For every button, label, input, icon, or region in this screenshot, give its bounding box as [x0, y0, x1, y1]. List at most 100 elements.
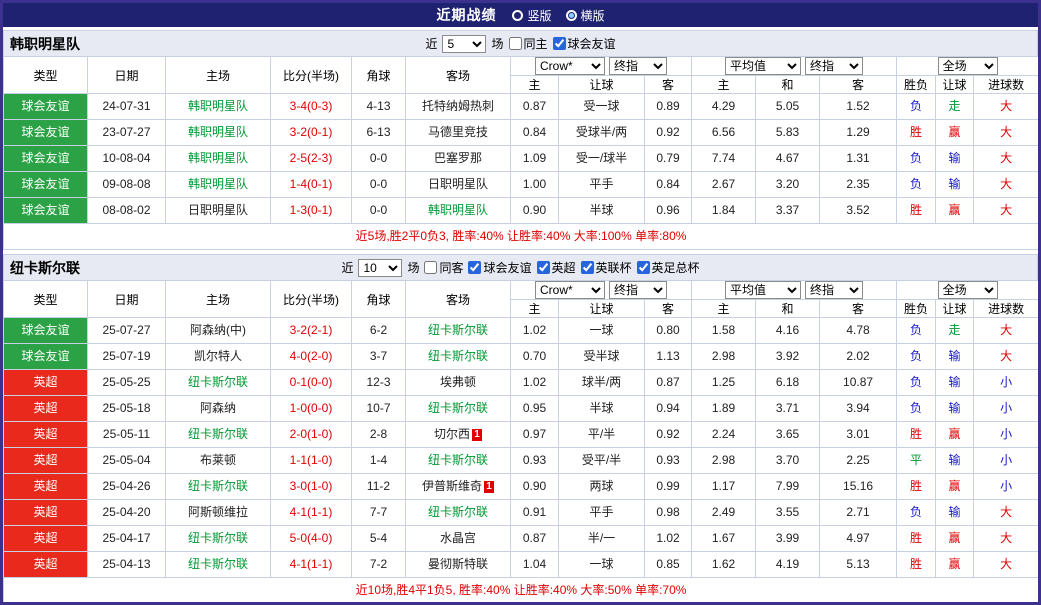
home-team-link[interactable]: 韩职明星队	[188, 99, 248, 113]
score-cell[interactable]: 3-2(0-1)	[271, 120, 352, 146]
score-cell[interactable]: 3-0(1-0)	[271, 474, 352, 500]
average-select[interactable]: 平均值	[725, 57, 801, 75]
league-input[interactable]	[537, 261, 550, 274]
away-team-link[interactable]: 纽卡斯尔联	[428, 349, 488, 363]
score-cell[interactable]: 1-4(0-1)	[271, 172, 352, 198]
league-checkbox[interactable]: 英超	[537, 259, 576, 276]
layout-option-vertical[interactable]: 竖版	[512, 7, 551, 24]
corner-cell: 5-4	[352, 526, 406, 552]
home-team-link[interactable]: 纽卡斯尔联	[188, 479, 248, 493]
home-team-link[interactable]: 韩职明星队	[188, 125, 248, 139]
summary-row: 近10场,胜4平1负5, 胜率:40% 让胜率:40% 大率:50% 单率:70…	[4, 578, 1039, 604]
odds-handicap: 平手	[559, 500, 645, 526]
match-count-select[interactable]: 10	[358, 259, 402, 277]
home-team-cell: 阿斯顿维拉	[166, 500, 271, 526]
away-team-link[interactable]: 切尔西	[434, 427, 470, 441]
average-stage-select[interactable]: 终指	[805, 57, 863, 75]
same-venue-checkbox[interactable]: 同主	[509, 35, 548, 52]
score-cell[interactable]: 3-2(2-1)	[271, 318, 352, 344]
league-checkbox[interactable]: 英联杯	[581, 259, 632, 276]
home-team-link[interactable]: 阿斯顿维拉	[188, 505, 248, 519]
away-team-link[interactable]: 伊普斯维奇	[422, 479, 482, 493]
away-team-link[interactable]: 日职明星队	[428, 177, 488, 191]
league-input[interactable]	[468, 261, 481, 274]
team-name: 纽卡斯尔联	[10, 255, 80, 281]
league-input[interactable]	[553, 37, 566, 50]
away-team-link[interactable]: 水晶宫	[440, 531, 476, 545]
score-cell[interactable]: 4-1(1-1)	[271, 500, 352, 526]
score-cell[interactable]: 4-1(1-1)	[271, 552, 352, 578]
same-venue-label: 同主	[524, 35, 548, 52]
odds-away: 0.94	[645, 396, 692, 422]
subcol-odds-1: 让球	[559, 300, 645, 318]
bookmaker-select[interactable]: Crow*	[535, 57, 605, 75]
odds-stage-select[interactable]: 终指	[609, 57, 667, 75]
same-venue-input[interactable]	[509, 37, 522, 50]
score-cell[interactable]: 2-5(2-3)	[271, 146, 352, 172]
league-checkbox[interactable]: 英足总杯	[637, 259, 700, 276]
odds-away: 0.92	[645, 422, 692, 448]
away-team-link[interactable]: 托特纳姆热刺	[422, 99, 494, 113]
score-cell[interactable]: 0-1(0-0)	[271, 370, 352, 396]
league-checkbox[interactable]: 球会友谊	[553, 35, 616, 52]
match-row: 球会友谊24-07-31韩职明星队3-4(0-3)4-13托特纳姆热刺0.87受…	[4, 94, 1039, 120]
score-cell[interactable]: 4-0(2-0)	[271, 344, 352, 370]
match-count-select[interactable]: 5	[442, 35, 486, 53]
average-stage-select[interactable]: 终指	[805, 281, 863, 299]
score-cell[interactable]: 2-0(1-0)	[271, 422, 352, 448]
league-checkbox[interactable]: 球会友谊	[468, 259, 531, 276]
same-venue-checkbox[interactable]: 同客	[424, 259, 463, 276]
scope-select[interactable]: 全场	[938, 281, 998, 299]
home-team-link[interactable]: 阿森纳(中)	[190, 323, 246, 337]
bookmaker-select[interactable]: Crow*	[535, 281, 605, 299]
odds-home: 1.02	[511, 370, 559, 396]
scope-select[interactable]: 全场	[938, 57, 998, 75]
home-team-link[interactable]: 纽卡斯尔联	[188, 427, 248, 441]
home-team-link[interactable]: 凯尔特人	[194, 349, 242, 363]
score-cell[interactable]: 1-3(0-1)	[271, 198, 352, 224]
away-team-cell: 切尔西1	[406, 422, 511, 448]
near-label: 近	[425, 35, 437, 52]
away-team-link[interactable]: 纽卡斯尔联	[428, 323, 488, 337]
avg-away: 1.29	[820, 120, 897, 146]
home-team-link[interactable]: 韩职明星队	[188, 177, 248, 191]
away-team-link[interactable]: 埃弗顿	[440, 375, 476, 389]
home-team-link[interactable]: 纽卡斯尔联	[188, 531, 248, 545]
home-team-link[interactable]: 阿森纳	[200, 401, 236, 415]
layout-option-horizontal[interactable]: 横版	[566, 7, 605, 24]
away-team-link[interactable]: 马德里竞技	[428, 125, 488, 139]
odds-stage-select[interactable]: 终指	[609, 281, 667, 299]
subcol-avg-2: 客	[820, 300, 897, 318]
away-team-link[interactable]: 纽卡斯尔联	[428, 401, 488, 415]
odds-away: 0.93	[645, 448, 692, 474]
away-team-link[interactable]: 韩职明星队	[428, 203, 488, 217]
home-team-link[interactable]: 布莱顿	[200, 453, 236, 467]
away-team-link[interactable]: 巴塞罗那	[434, 151, 482, 165]
match-date: 25-07-19	[88, 344, 166, 370]
home-team-link[interactable]: 日职明星队	[188, 203, 248, 217]
corner-cell: 0-0	[352, 198, 406, 224]
score-cell[interactable]: 1-0(0-0)	[271, 396, 352, 422]
page-title: 近期战绩	[436, 5, 496, 25]
league-input[interactable]	[637, 261, 650, 274]
home-team-link[interactable]: 韩职明星队	[188, 151, 248, 165]
avg-draw: 3.55	[756, 500, 820, 526]
average-select[interactable]: 平均值	[725, 281, 801, 299]
score-cell[interactable]: 5-0(4-0)	[271, 526, 352, 552]
avg-home: 6.56	[692, 120, 756, 146]
away-team-link[interactable]: 曼彻斯特联	[428, 557, 488, 571]
away-team-link[interactable]: 纽卡斯尔联	[428, 453, 488, 467]
score-cell[interactable]: 3-4(0-3)	[271, 94, 352, 120]
home-team-link[interactable]: 纽卡斯尔联	[188, 557, 248, 571]
same-venue-input[interactable]	[424, 261, 437, 274]
match-row: 英超25-05-11纽卡斯尔联2-0(1-0)2-8切尔西10.97平/半0.9…	[4, 422, 1039, 448]
league-input[interactable]	[581, 261, 594, 274]
match-type-badge: 球会友谊	[4, 120, 88, 146]
odds-handicap: 半球	[559, 396, 645, 422]
avg-home: 1.25	[692, 370, 756, 396]
score-cell[interactable]: 1-1(1-0)	[271, 448, 352, 474]
result-handicap: 输	[936, 396, 974, 422]
odds-home: 0.97	[511, 422, 559, 448]
home-team-link[interactable]: 纽卡斯尔联	[188, 375, 248, 389]
away-team-link[interactable]: 纽卡斯尔联	[428, 505, 488, 519]
